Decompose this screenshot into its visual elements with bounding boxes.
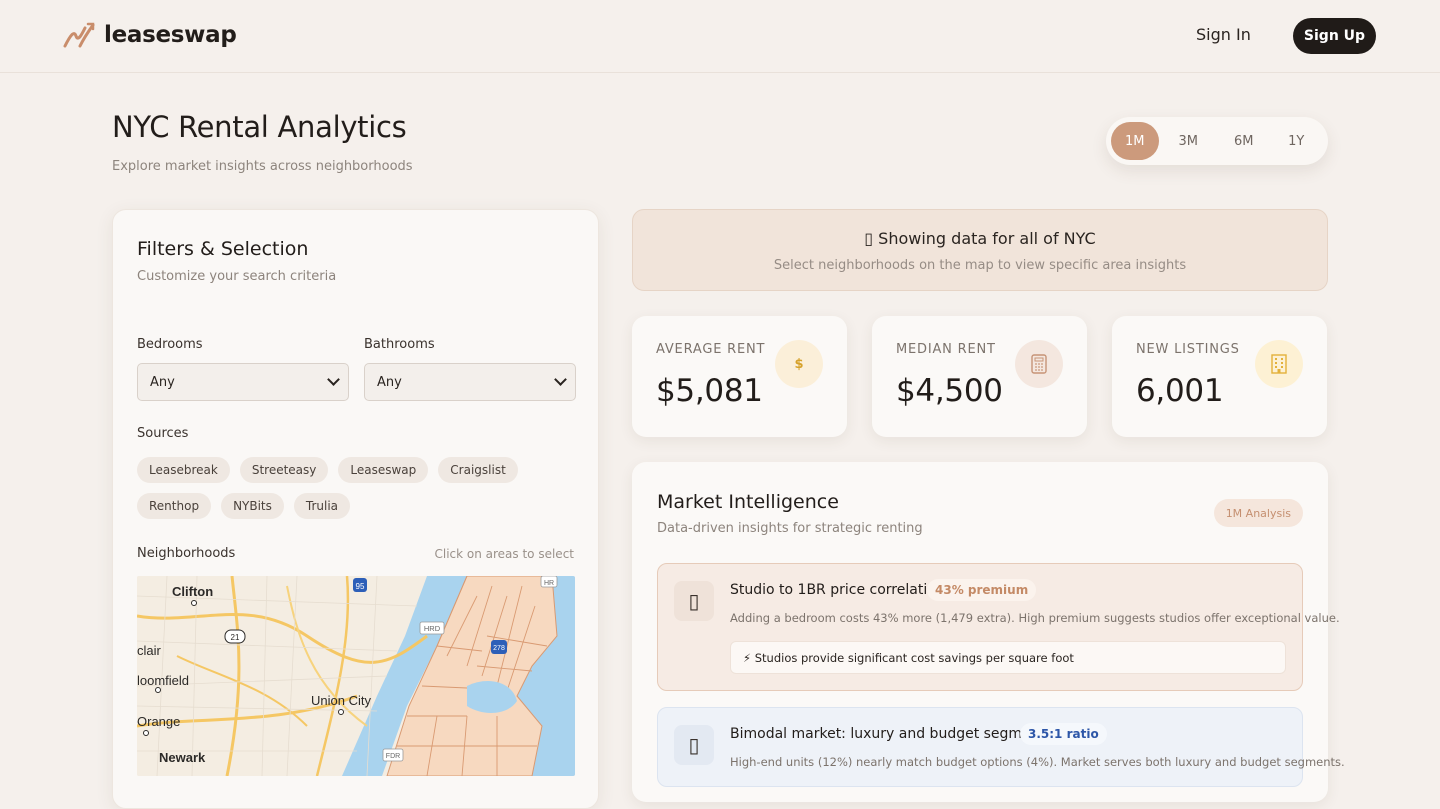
- brand-name: leaseswap: [104, 22, 237, 48]
- source-chip-nybits[interactable]: NYBits: [221, 493, 284, 519]
- range-option-1m[interactable]: 1M: [1111, 122, 1159, 160]
- stat-label: AVERAGE RENT: [656, 342, 766, 357]
- pin-icon: ▯: [864, 229, 874, 248]
- source-chip-trulia[interactable]: Trulia: [293, 493, 351, 519]
- filters-subtitle: Customize your search criteria: [137, 269, 337, 284]
- neighborhoods-hint: Click on areas to select: [434, 547, 574, 561]
- shield-label: 95: [356, 582, 365, 591]
- map-label-union-city: Union City: [311, 693, 371, 708]
- stat-card-median-rent: MEDIAN RENT $4,500: [872, 316, 1087, 437]
- stat-label: MEDIAN RENT: [896, 342, 996, 357]
- map-label-clifton: Clifton: [172, 584, 213, 599]
- analysis-period-badge: 1M Analysis: [1213, 499, 1303, 527]
- map-label-bloomfield: loomfield: [137, 673, 189, 688]
- insight-description: High-end units (12%) nearly match budget…: [730, 755, 1345, 769]
- page-title: NYC Rental Analytics: [112, 110, 407, 144]
- insight-card-bimodal-market[interactable]: ▯ Bimodal market: luxury and budget segm…: [657, 707, 1345, 787]
- insight-title: Studio to 1BR price correlation: [730, 582, 945, 598]
- building-icon: [1255, 340, 1303, 388]
- top-navigation-bar: leaseswap Sign In Sign Up: [0, 0, 1440, 73]
- selection-banner: ▯ Showing data for all of NYC Select nei…: [632, 209, 1328, 291]
- sign-in-link[interactable]: Sign In: [1196, 25, 1251, 44]
- bedrooms-select[interactable]: Any: [137, 363, 349, 401]
- chevron-down-icon: [327, 373, 340, 386]
- source-chip-craigslist[interactable]: Craigslist: [438, 457, 518, 483]
- neighborhoods-label: Neighborhoods: [137, 546, 236, 561]
- chevron-down-icon: [554, 373, 567, 386]
- map-label-orange: Orange: [137, 714, 180, 729]
- shield-label: 278: [493, 645, 505, 652]
- source-chip-renthop[interactable]: Renthop: [137, 493, 212, 519]
- source-chip-leasebreak[interactable]: Leasebreak: [137, 457, 230, 483]
- banner-title: Showing data for all of NYC: [878, 229, 1096, 248]
- map-label-montclair: clair: [137, 643, 162, 658]
- filters-title: Filters & Selection: [137, 238, 309, 260]
- insight-title: Bimodal market: luxury and budget segmen…: [730, 726, 1053, 742]
- stat-card-new-listings: NEW LISTINGS 6,001: [1112, 316, 1327, 437]
- stat-card-average-rent: AVERAGE RENT $5,081 $: [632, 316, 847, 437]
- stat-value: $4,500: [896, 373, 1003, 409]
- bathrooms-select-value: Any: [377, 374, 402, 390]
- insight-note: ⚡ Studios provide significant cost savin…: [730, 641, 1286, 674]
- bedrooms-select-value: Any: [150, 374, 175, 390]
- time-range-selector: 1M 3M 6M 1Y: [1106, 117, 1328, 165]
- stat-value: 6,001: [1136, 373, 1224, 409]
- range-option-1y[interactable]: 1Y: [1270, 122, 1324, 160]
- insight-icon: ▯: [674, 581, 714, 621]
- shield-label: 21: [231, 633, 240, 642]
- stat-label: NEW LISTINGS: [1136, 342, 1240, 357]
- source-chips: Leasebreak Streeteasy Leaseswap Craigsli…: [137, 457, 577, 519]
- banner-subtitle: Select neighborhoods on the map to view …: [773, 258, 1187, 273]
- stat-value: $5,081: [656, 373, 763, 409]
- sources-label: Sources: [137, 426, 189, 441]
- page-subtitle: Explore market insights across neighborh…: [112, 159, 413, 174]
- banner-title-row: ▯ Showing data for all of NYC: [633, 229, 1327, 248]
- neighborhood-map[interactable]: 95 21 HRD 278 HR FDR Clifton clair loomf…: [137, 576, 575, 776]
- brand-logo[interactable]: leaseswap: [62, 20, 237, 50]
- shield-label: HRD: [424, 624, 441, 633]
- market-title: Market Intelligence: [657, 491, 839, 513]
- filters-panel: Filters & Selection Customize your searc…: [112, 209, 599, 809]
- map-label-newark: Newark: [159, 750, 206, 765]
- map-canvas: 95 21 HRD 278 HR FDR Clifton clair loomf…: [137, 576, 575, 776]
- insight-tag: 43% premium: [927, 579, 1037, 601]
- bedrooms-label: Bedrooms: [137, 337, 203, 352]
- insight-icon: ▯: [674, 725, 714, 765]
- source-chip-leaseswap[interactable]: Leaseswap: [338, 457, 429, 483]
- dollar-icon: $: [775, 340, 823, 388]
- insight-tag: 3.5:1 ratio: [1020, 723, 1107, 745]
- calculator-icon: [1015, 340, 1063, 388]
- range-option-3m[interactable]: 3M: [1159, 122, 1218, 160]
- sign-up-button[interactable]: Sign Up: [1293, 18, 1376, 54]
- market-subtitle: Data-driven insights for strategic renti…: [657, 521, 923, 536]
- shield-label: FDR: [386, 753, 400, 760]
- leaseswap-logo-icon: [63, 22, 95, 48]
- range-option-6m[interactable]: 6M: [1218, 122, 1270, 160]
- market-intelligence-panel: Market Intelligence Data-driven insights…: [632, 462, 1345, 802]
- bathrooms-label: Bathrooms: [364, 337, 435, 352]
- shield-label: HR: [544, 580, 554, 587]
- source-chip-streeteasy[interactable]: Streeteasy: [239, 457, 329, 483]
- insight-description: Adding a bedroom costs 43% more (1,479 e…: [730, 611, 1340, 625]
- insight-card-studio-correlation[interactable]: ▯ Studio to 1BR price correlation 43% pr…: [657, 563, 1340, 691]
- bathrooms-select[interactable]: Any: [364, 363, 576, 401]
